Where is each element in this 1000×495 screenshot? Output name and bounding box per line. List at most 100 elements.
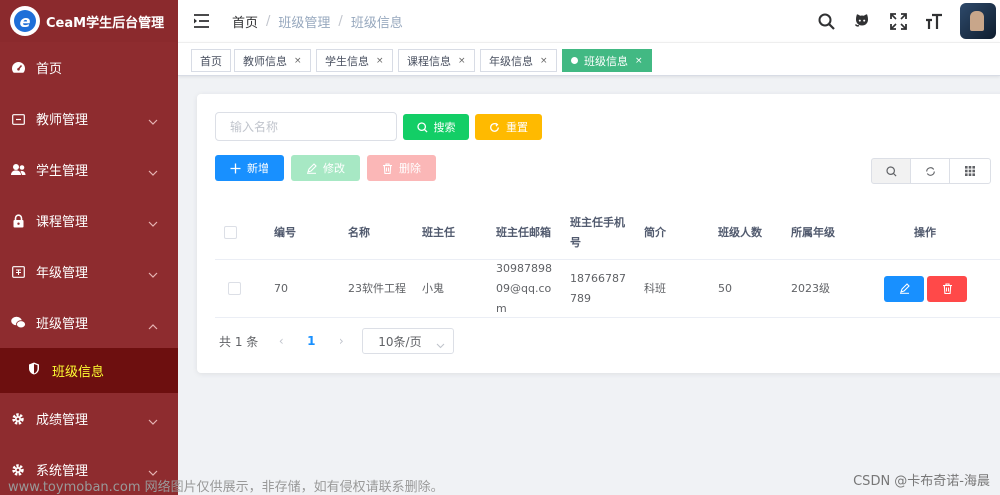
row-checkbox[interactable] bbox=[228, 282, 241, 295]
close-icon[interactable]: × bbox=[540, 56, 548, 66]
app-logo[interactable]: e CeaM学生后台管理 bbox=[0, 0, 178, 42]
cell-intro: 科班 bbox=[644, 281, 666, 295]
edit-button-label: 修改 bbox=[323, 162, 345, 175]
tag-label: 学生信息 bbox=[325, 54, 369, 68]
add-button[interactable]: 新增 bbox=[215, 155, 284, 181]
row-actions bbox=[884, 260, 967, 317]
edit-icon bbox=[899, 283, 910, 294]
table-tools bbox=[871, 158, 991, 184]
sidebar-item-label: 教师管理 bbox=[36, 113, 89, 128]
page-size-select[interactable]: 10条/页 bbox=[362, 328, 455, 354]
tag-label: 课程信息 bbox=[407, 54, 451, 68]
sidebar-item-label: 成绩管理 bbox=[36, 413, 89, 428]
cell-id: 70 bbox=[274, 281, 288, 295]
wechat-icon bbox=[10, 315, 26, 331]
breadcrumb-item: 班级信息 bbox=[350, 15, 403, 31]
search-icon[interactable] bbox=[816, 11, 836, 31]
avatar[interactable] bbox=[960, 3, 996, 39]
sidebar-item-home[interactable]: 首页 bbox=[0, 42, 178, 93]
columns-button[interactable] bbox=[949, 158, 991, 184]
refresh-button[interactable] bbox=[910, 158, 950, 184]
tags-view: 首页 教师信息 × 学生信息 × 课程信息 × 年级信息 × 班级信息 × bbox=[178, 42, 1000, 76]
breadcrumb-separator: / bbox=[266, 13, 271, 29]
column-header: 简介 bbox=[644, 225, 666, 239]
sidebar-item-grade[interactable]: 年级管理 bbox=[0, 246, 178, 297]
reset-button-label: 重置 bbox=[506, 121, 528, 134]
breadcrumb-item[interactable]: 首页 bbox=[232, 12, 258, 31]
logo-icon: e bbox=[10, 6, 40, 36]
sidebar-item-class[interactable]: 班级管理 bbox=[0, 297, 178, 348]
row-edit-button[interactable] bbox=[884, 275, 924, 302]
chevron-down-icon bbox=[148, 217, 158, 232]
github-icon[interactable] bbox=[852, 11, 872, 31]
header-tools bbox=[816, 0, 1000, 42]
next-page-button[interactable]: › bbox=[326, 334, 356, 348]
toggle-search-button[interactable] bbox=[871, 158, 911, 184]
close-icon[interactable]: × bbox=[458, 56, 466, 66]
tag-label: 年级信息 bbox=[489, 54, 533, 68]
column-header: 所属年级 bbox=[791, 225, 835, 239]
gear-icon bbox=[10, 411, 26, 427]
sidebar-item-label: 班级管理 bbox=[36, 317, 89, 332]
reset-button[interactable]: 重置 bbox=[475, 114, 542, 140]
tag-label: 教师信息 bbox=[243, 54, 287, 68]
dashboard-icon bbox=[10, 60, 26, 76]
close-icon[interactable]: × bbox=[294, 56, 302, 66]
edit-icon bbox=[307, 162, 317, 174]
sidebar-item-student[interactable]: 学生管理 bbox=[0, 144, 178, 195]
search-button-label: 搜索 bbox=[433, 121, 456, 134]
refresh-icon bbox=[925, 166, 935, 176]
cell-email: 3098789809@qq.com bbox=[496, 261, 552, 315]
fullscreen-icon[interactable] bbox=[888, 11, 908, 31]
column-header: 编号 bbox=[274, 225, 296, 239]
add-button-label: 新增 bbox=[247, 162, 269, 175]
pagination: 共 1 条 ‹ 1 › 10条/页 bbox=[219, 328, 455, 354]
close-icon[interactable]: × bbox=[635, 56, 643, 66]
table-header: 编号 名称 班主任 班主任邮箱 班主任手机号 简介 班级人数 所属年级 操作 bbox=[215, 206, 1000, 260]
top-navbar: 首页 / 班级管理 / 班级信息 bbox=[178, 0, 1000, 42]
search-input[interactable] bbox=[215, 112, 397, 141]
tag-student-info[interactable]: 学生信息 × bbox=[316, 49, 393, 72]
close-icon[interactable]: × bbox=[376, 56, 384, 66]
prev-page-button[interactable]: ‹ bbox=[266, 334, 296, 348]
calendar-icon bbox=[10, 264, 26, 280]
refresh-icon bbox=[490, 122, 499, 132]
cell-name: 23软件工程 bbox=[348, 281, 406, 295]
trash-icon bbox=[383, 162, 392, 174]
edit-button: 修改 bbox=[291, 155, 360, 181]
sidebar-item-score[interactable]: 成绩管理 bbox=[0, 393, 178, 444]
column-header: 班主任 bbox=[422, 225, 455, 239]
row-delete-button[interactable] bbox=[927, 275, 967, 302]
sidebar-item-course[interactable]: 课程管理 bbox=[0, 195, 178, 246]
watermark-text: www.toymoban.com 网络图片仅供展示，非存储，如有侵权请联系删除。 bbox=[8, 480, 444, 495]
sidebar-item-teacher[interactable]: 教师管理 bbox=[0, 93, 178, 144]
cell-phone: 18766787789 bbox=[570, 271, 626, 305]
tag-grade-info[interactable]: 年级信息 × bbox=[480, 49, 557, 72]
cell-count: 50 bbox=[718, 281, 732, 295]
font-size-icon[interactable] bbox=[924, 11, 944, 31]
select-all-checkbox[interactable] bbox=[224, 226, 237, 239]
active-dot-icon bbox=[571, 57, 578, 64]
chevron-down-icon bbox=[148, 115, 158, 130]
sidebar: e CeaM学生后台管理 首页 教师管理 学生管理 课程管理 年级管理 班级管理… bbox=[0, 0, 178, 495]
chevron-up-icon bbox=[148, 319, 158, 334]
tag-class-info[interactable]: 班级信息 × bbox=[562, 49, 652, 72]
tag-label: 首页 bbox=[200, 54, 222, 68]
tag-home[interactable]: 首页 bbox=[191, 49, 231, 72]
sidebar-item-label: 首页 bbox=[36, 62, 63, 77]
lock-icon bbox=[10, 213, 26, 229]
cell-grade: 2023级 bbox=[791, 281, 830, 295]
cell-teacher: 小鬼 bbox=[422, 281, 444, 295]
tag-course-info[interactable]: 课程信息 × bbox=[398, 49, 475, 72]
sidebar-item-label: 课程管理 bbox=[36, 215, 89, 230]
breadcrumb-item: 班级管理 bbox=[278, 15, 331, 31]
hamburger-icon[interactable] bbox=[194, 14, 210, 28]
column-header: 班主任手机号 bbox=[570, 215, 625, 249]
page-number[interactable]: 1 bbox=[296, 334, 326, 348]
tag-teacher-info[interactable]: 教师信息 × bbox=[234, 49, 311, 72]
tag-label: 班级信息 bbox=[584, 54, 628, 68]
delete-button-label: 删除 bbox=[399, 162, 421, 175]
sidebar-subitem-class-info[interactable]: 班级信息 bbox=[0, 348, 178, 393]
search-button[interactable]: 搜索 bbox=[403, 114, 469, 140]
search-icon bbox=[885, 165, 897, 177]
